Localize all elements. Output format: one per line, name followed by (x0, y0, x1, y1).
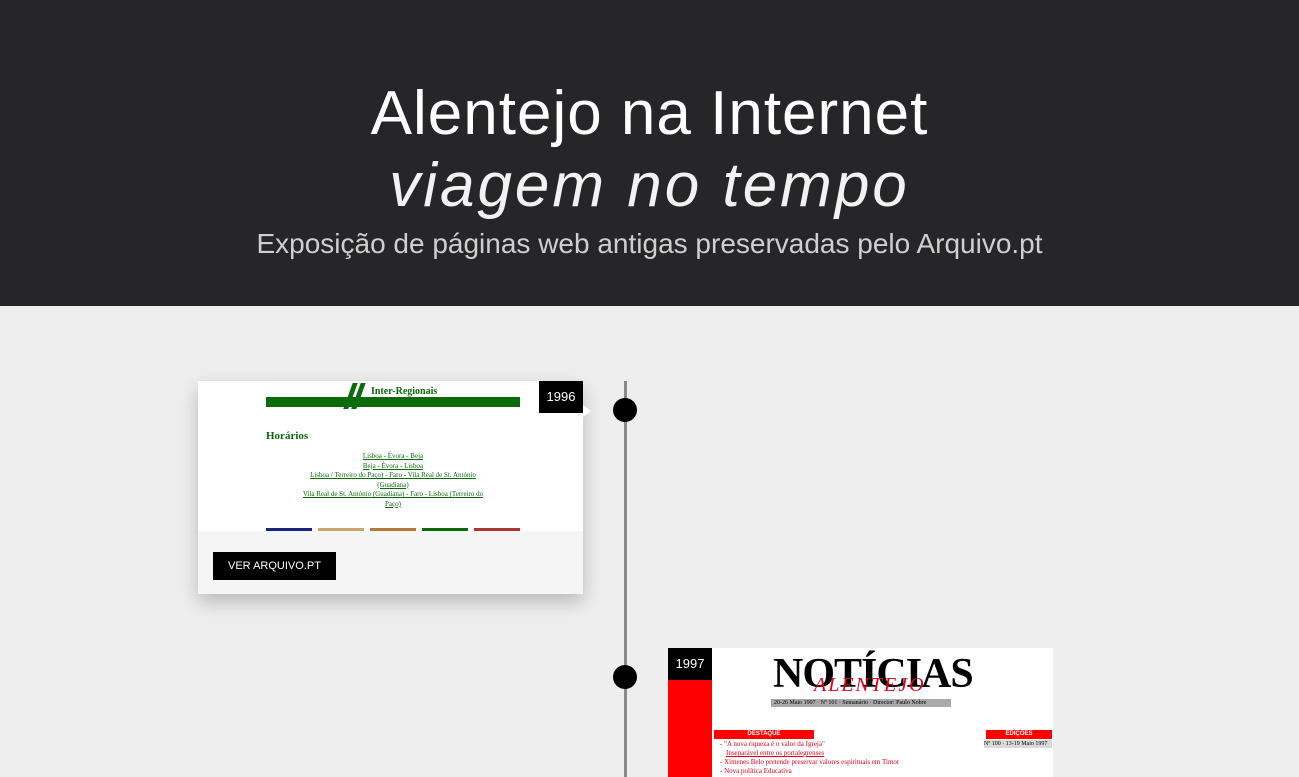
list-item[interactable]: - Nova política Educativa (720, 767, 940, 776)
schedule-link[interactable]: Beja - Évora - Lisboa (298, 462, 488, 472)
site-banner-bar (266, 397, 520, 407)
newspaper-masthead-sub: ALENTEJO (814, 674, 926, 696)
page-header: Alentejo na Internet viagem no tempo Exp… (0, 0, 1299, 306)
year-badge: 1997 (668, 648, 712, 680)
timeline-dot-1996 (613, 398, 637, 422)
view-arquivo-button[interactable]: VER ARQUIVO.PT (213, 552, 336, 580)
page-subtitle: viagem no tempo (389, 151, 910, 220)
page-description: Exposição de páginas web antigas preserv… (256, 228, 1043, 259)
destaque-label: DESTAQUE (714, 730, 814, 739)
schedule-link[interactable]: Lisboa / Terreiro do Paço) - Faro - Vila… (298, 471, 488, 490)
list-item[interactable]: - Ximenes Belo pretende preservar valore… (720, 758, 940, 767)
timeline-dot-1997 (613, 665, 637, 689)
card-footer: VER ARQUIVO.PT (198, 531, 583, 594)
timeline-card-1996: Inter-Regionais Horários Lisboa - Évora … (198, 381, 591, 594)
card-pointer (583, 405, 591, 417)
schedule-link[interactable]: Vila Real de St. António (Guadiana) - Fa… (298, 490, 488, 509)
list-item[interactable]: - "A nova riqueza é o valor da Igreja" (720, 740, 940, 749)
schedule-link[interactable]: Lisboa - Évora - Beja (298, 452, 488, 462)
year-badge: 1996 (539, 381, 583, 413)
edicoes-item[interactable]: Nº 100 · 13-19 Maio 1997 (984, 740, 1052, 748)
site-side-bar (668, 680, 712, 777)
section-heading: Horários (266, 430, 309, 442)
list-item[interactable]: Inseparável entre os portalegrenses (720, 749, 940, 758)
site-title: Inter-Regionais (368, 386, 441, 397)
newspaper-dateline: 20-26 Maio 1997 · Nº 101 · Semanário · D… (771, 699, 951, 707)
destaque-list: - "A nova riqueza é o valor da Igreja" I… (720, 740, 940, 776)
timeline-line (624, 381, 627, 777)
timeline-card-1997: 1997 NOTÍCIAS ALENTEJO 20-26 Maio 1997 ·… (668, 648, 1053, 777)
archived-page-screenshot[interactable]: Inter-Regionais Horários Lisboa - Évora … (198, 381, 583, 531)
edicoes-label: EDIÇÕES ANTERIORES (986, 730, 1052, 746)
page-title: Alentejo na Internet (370, 79, 929, 148)
schedule-links: Lisboa - Évora - Beja Beja - Évora - Lis… (298, 452, 488, 509)
